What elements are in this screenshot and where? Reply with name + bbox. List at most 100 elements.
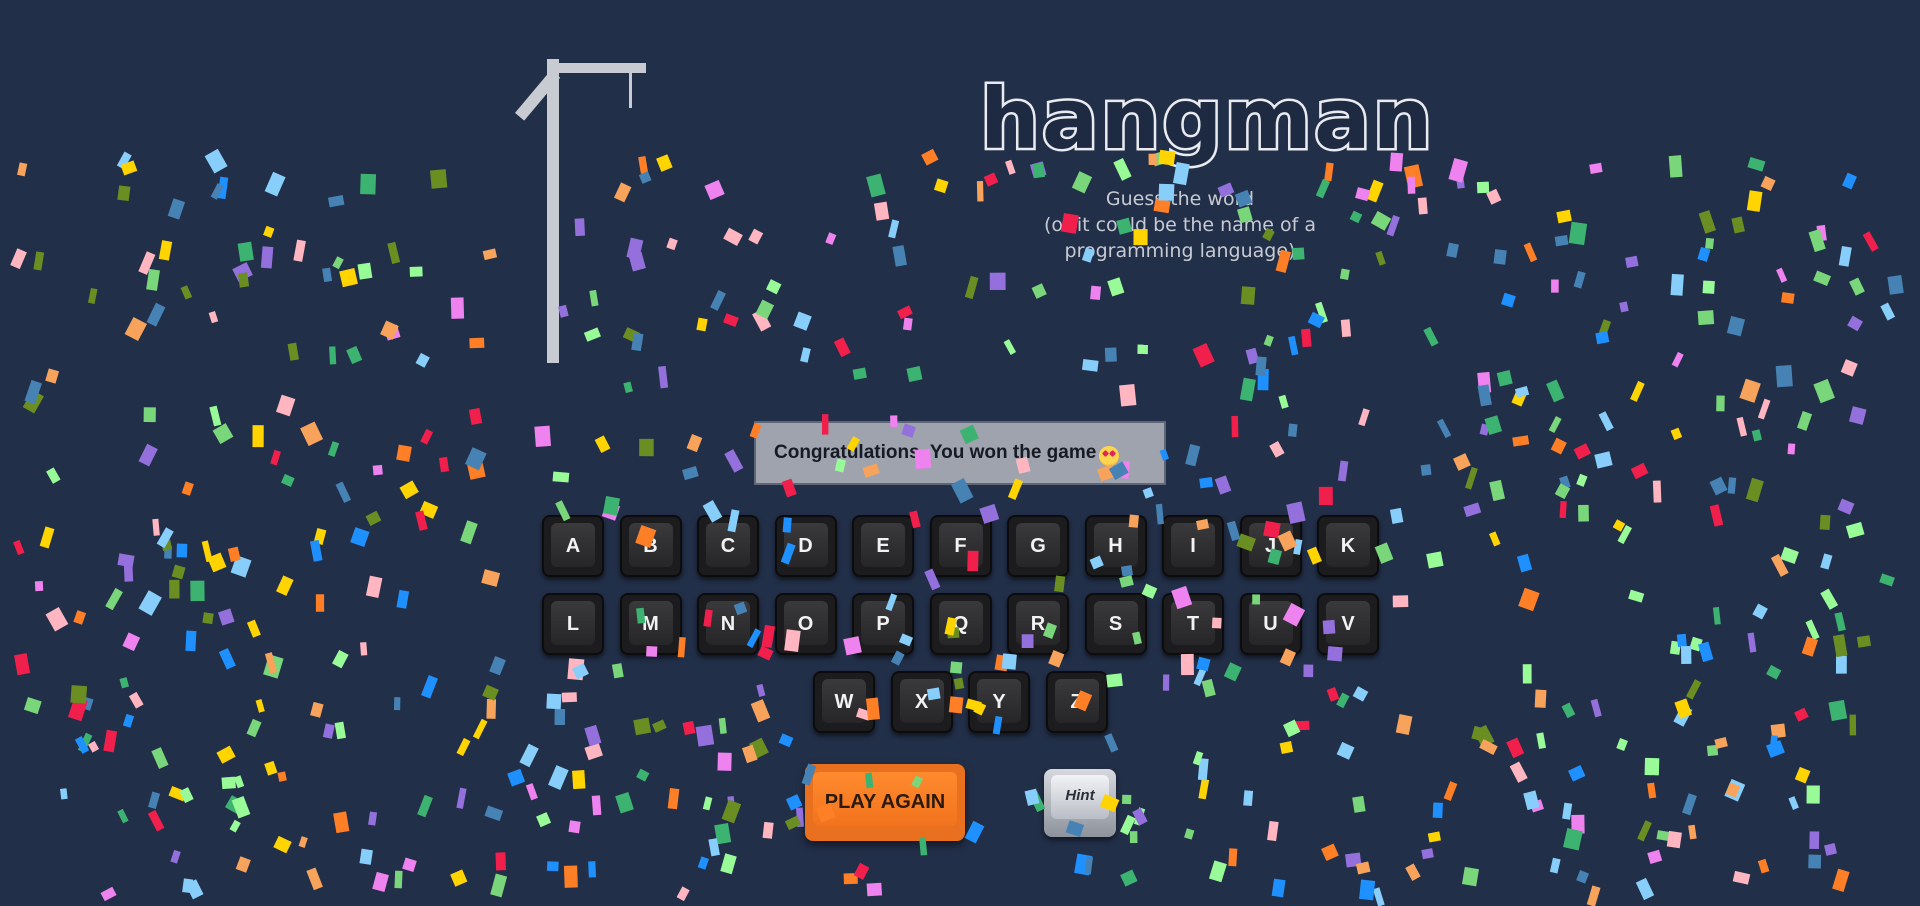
confetti-piece — [231, 795, 251, 819]
confetti-piece — [486, 698, 497, 719]
confetti-piece — [482, 684, 499, 701]
confetti-piece — [24, 379, 42, 405]
key-x[interactable]: X — [890, 671, 953, 733]
confetti-piece — [720, 853, 737, 875]
confetti-piece — [1559, 501, 1567, 519]
confetti-piece — [309, 539, 323, 562]
confetti-piece — [1554, 483, 1571, 500]
confetti-piece — [450, 297, 465, 319]
key-label: E — [876, 534, 890, 557]
confetti-piece — [1647, 782, 1657, 799]
confetti-piece — [1644, 757, 1660, 776]
confetti-piece — [233, 775, 245, 789]
key-d[interactable]: D — [774, 515, 837, 577]
key-p[interactable]: P — [852, 593, 914, 655]
confetti-piece — [1702, 280, 1715, 294]
key-i[interactable]: I — [1162, 515, 1224, 577]
key-c[interactable]: C — [697, 515, 759, 577]
confetti-piece — [1294, 720, 1310, 731]
confetti-piece — [116, 151, 132, 170]
confetti-piece — [438, 456, 450, 473]
key-e[interactable]: E — [852, 515, 914, 577]
confetti-piece — [489, 656, 506, 676]
confetti-piece — [158, 240, 173, 261]
key-r[interactable]: R — [1007, 593, 1069, 655]
key-v[interactable]: V — [1317, 593, 1379, 655]
confetti-piece — [623, 381, 633, 394]
confetti-piece — [534, 425, 552, 448]
confetti-piece — [387, 241, 401, 264]
confetti-piece — [179, 787, 194, 804]
confetti-piece — [825, 232, 837, 246]
confetti-piece — [1576, 870, 1590, 884]
confetti-piece — [1760, 175, 1776, 192]
key-h[interactable]: H — [1084, 515, 1147, 577]
key-j[interactable]: J — [1239, 515, 1302, 577]
confetti-piece — [1739, 378, 1761, 403]
game-screen: hangman Guess the word (or it could be t… — [0, 0, 1920, 906]
confetti-piece — [310, 701, 324, 718]
key-u[interactable]: U — [1239, 593, 1302, 655]
key-k[interactable]: K — [1317, 515, 1379, 577]
confetti-piece — [1652, 480, 1662, 503]
confetti-piece — [221, 776, 236, 790]
key-m[interactable]: M — [619, 593, 682, 655]
confetti-piece — [152, 518, 160, 536]
confetti-piece — [13, 539, 25, 556]
confetti-piece — [384, 324, 401, 341]
confetti-piece — [212, 423, 234, 445]
key-label: S — [1108, 612, 1123, 635]
confetti-piece — [755, 299, 775, 320]
game-title: hangman — [978, 68, 1435, 171]
confetti-piece — [1732, 870, 1751, 885]
confetti-piece — [571, 663, 589, 680]
key-f[interactable]: F — [929, 515, 992, 577]
confetti-piece — [306, 867, 323, 891]
confetti-piece — [784, 815, 802, 831]
confetti-piece — [151, 747, 169, 769]
confetti-piece — [519, 743, 539, 768]
key-s[interactable]: S — [1084, 593, 1147, 655]
confetti-piece — [1619, 301, 1629, 313]
confetti-piece — [1315, 301, 1329, 324]
confetti-piece — [1106, 673, 1123, 688]
confetti-piece — [1828, 699, 1848, 722]
confetti-piece — [651, 719, 667, 733]
key-b[interactable]: B — [619, 515, 682, 577]
confetti-piece — [1856, 635, 1872, 648]
key-a[interactable]: A — [542, 515, 604, 577]
confetti-piece — [1001, 653, 1017, 670]
confetti-piece — [702, 796, 713, 811]
key-l[interactable]: L — [542, 593, 604, 655]
confetti-piece — [1548, 416, 1562, 433]
key-label: M — [642, 612, 659, 635]
hint-button[interactable]: Hint — [1044, 769, 1116, 837]
subtitle-line-1: Guess the word — [1105, 188, 1255, 210]
confetti-piece — [1476, 181, 1490, 194]
key-q[interactable]: Q — [929, 593, 992, 655]
confetti-piece — [727, 796, 736, 818]
confetti-piece — [1486, 188, 1502, 205]
confetti-piece — [626, 237, 644, 260]
play-again-button[interactable]: PLAY AGAIN — [805, 764, 965, 841]
key-w[interactable]: W — [813, 671, 875, 733]
confetti-piece — [417, 794, 433, 818]
confetti-piece — [695, 724, 715, 747]
confetti-piece — [1551, 279, 1559, 293]
key-t[interactable]: T — [1162, 593, 1224, 655]
key-z[interactable]: Z — [1045, 671, 1108, 733]
confetti-piece — [167, 198, 186, 220]
key-o[interactable]: O — [774, 593, 837, 655]
key-g[interactable]: G — [1007, 515, 1069, 577]
confetti-piece — [1705, 237, 1715, 250]
confetti-piece — [921, 148, 939, 166]
confetti-piece — [1455, 172, 1465, 189]
key-n[interactable]: N — [697, 593, 759, 655]
star-struck-emoji-icon — [1099, 446, 1120, 466]
confetti-piece — [1765, 740, 1785, 758]
confetti-piece — [1192, 342, 1215, 368]
confetti-piece — [1808, 854, 1822, 869]
confetti-piece — [161, 539, 173, 552]
key-y[interactable]: Y — [968, 671, 1030, 733]
confetti-piece — [1523, 790, 1540, 811]
